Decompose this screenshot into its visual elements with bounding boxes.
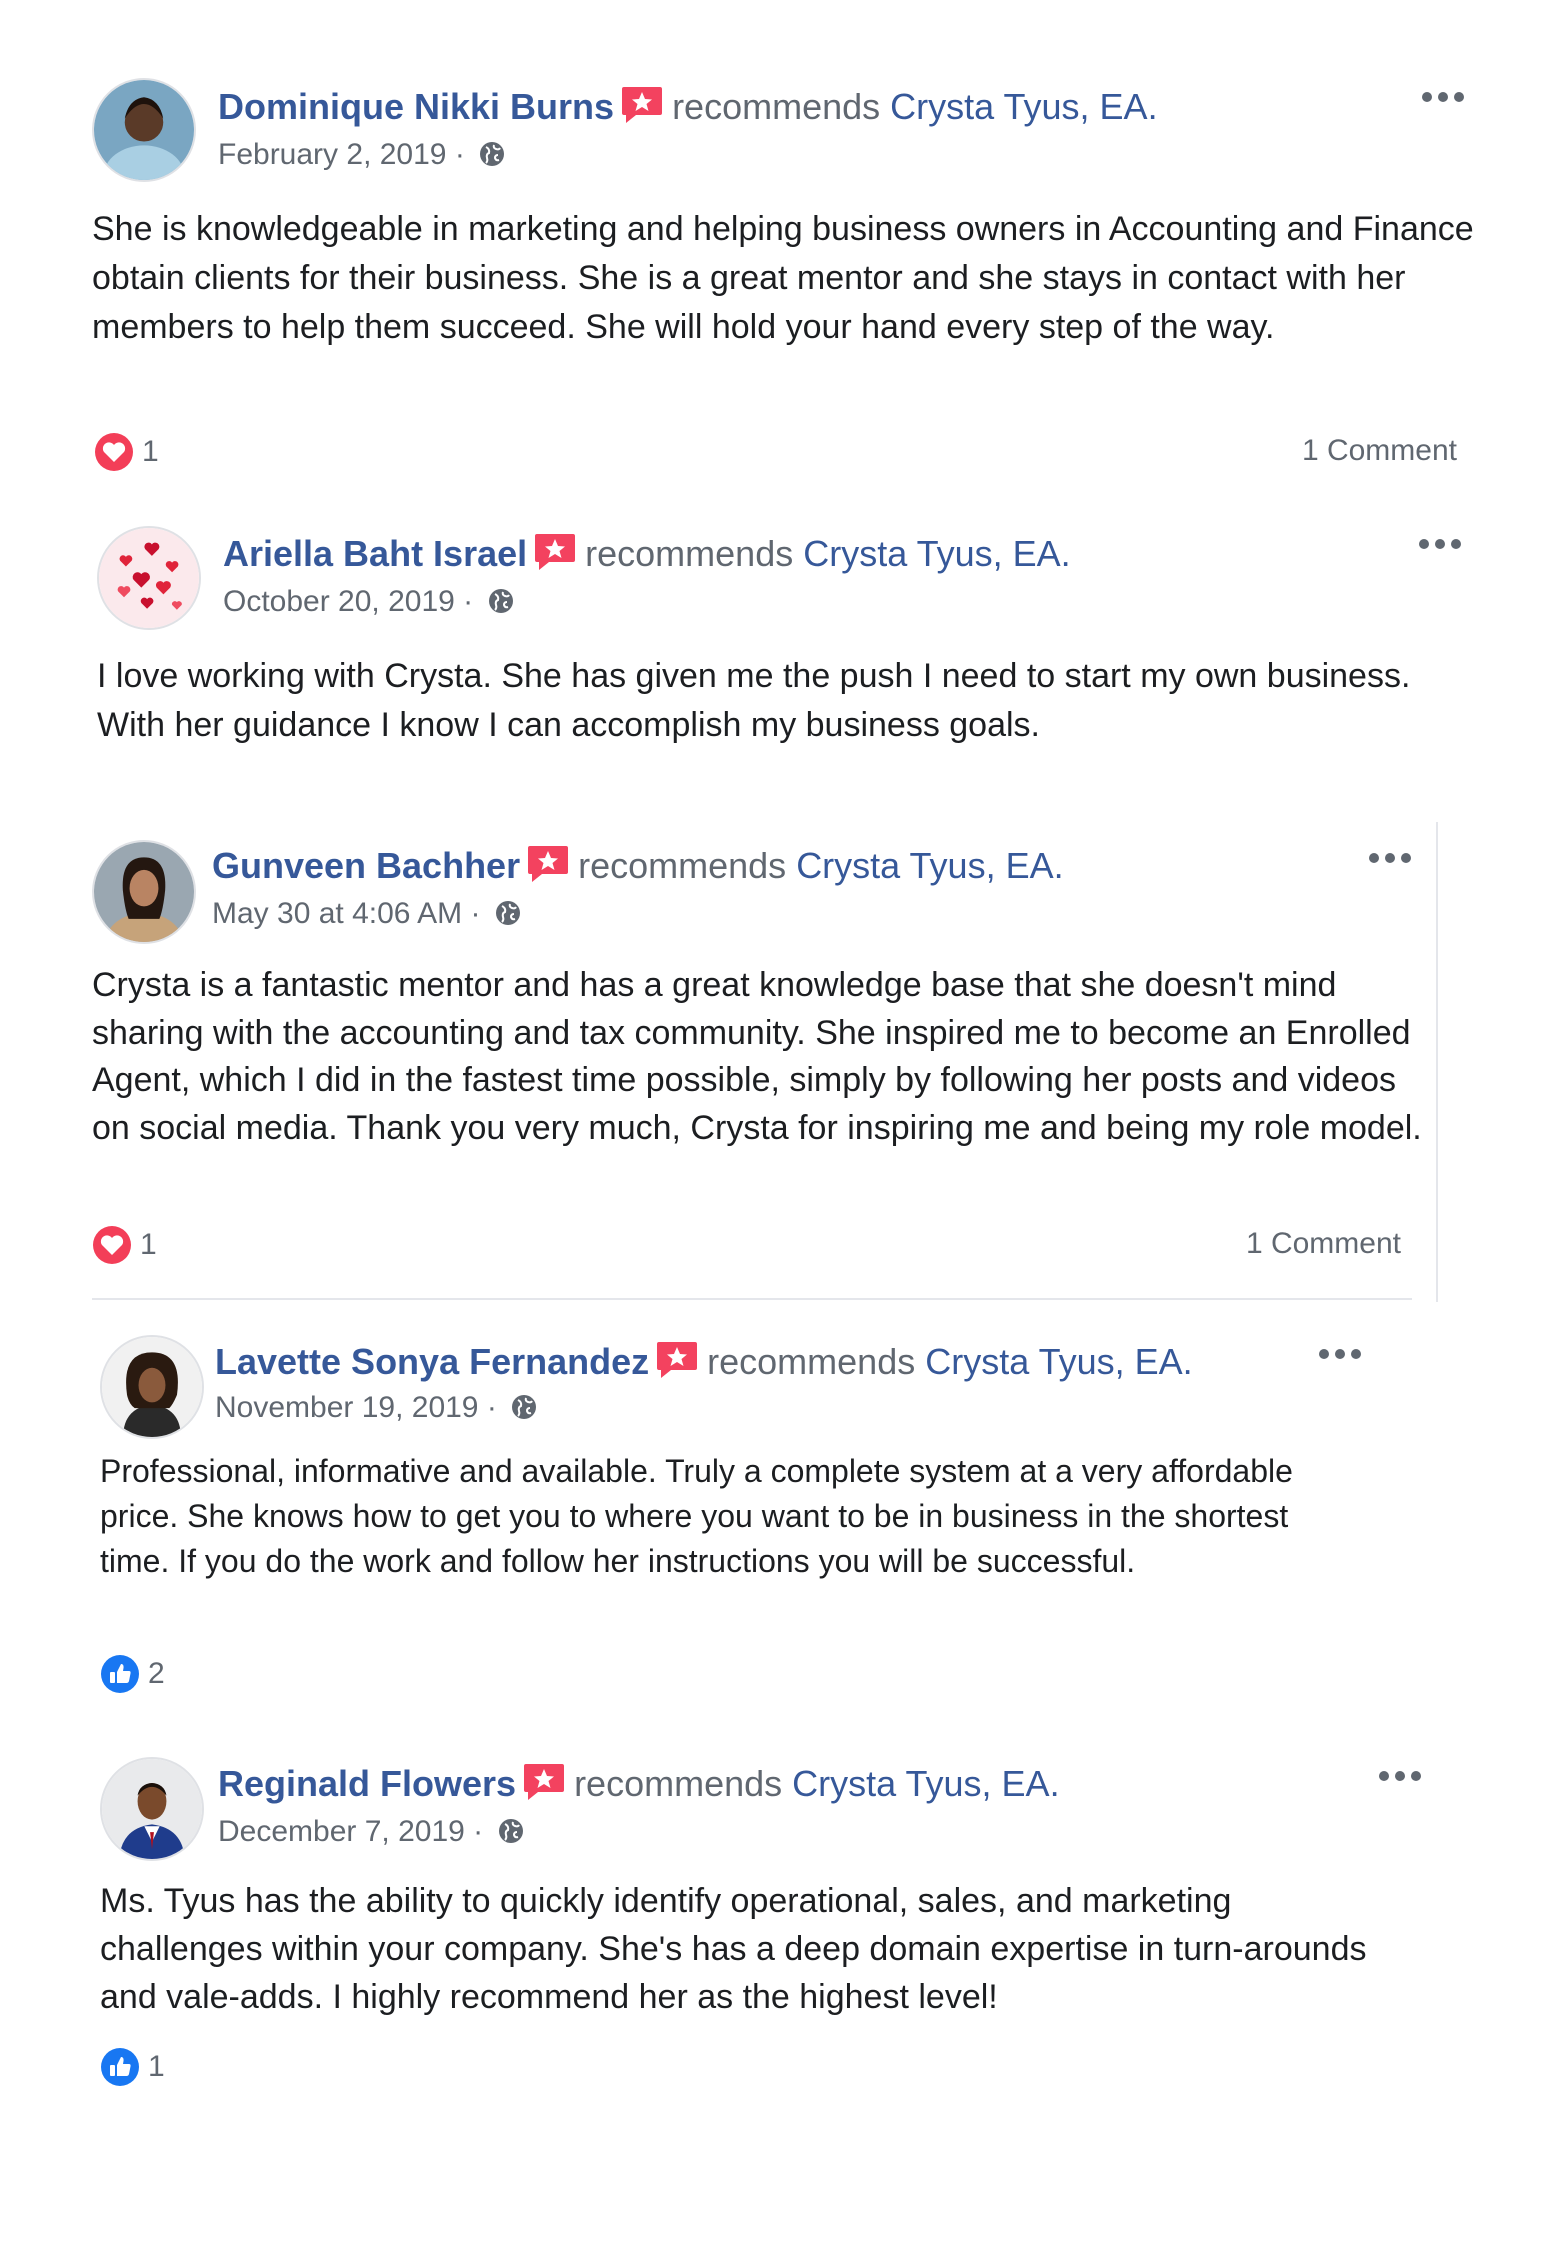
globe-icon bbox=[496, 1816, 526, 1846]
recommendation-post: Reginald Flowers recommends Crysta Tyus, … bbox=[0, 0, 1549, 2120]
recommends-label: recommends bbox=[574, 1763, 783, 1804]
separator: · bbox=[473, 1815, 484, 1848]
avatar[interactable] bbox=[100, 1757, 204, 1861]
author-name[interactable]: Reginald Flowers bbox=[218, 1763, 516, 1804]
more-options-button[interactable] bbox=[1379, 1768, 1427, 1788]
recommendation-text: Ms. Tyus has the ability to quickly iden… bbox=[100, 1882, 1367, 2016]
like-icon bbox=[100, 2047, 140, 2087]
reactions-summary[interactable]: 1 bbox=[100, 2047, 165, 2087]
post-date[interactable]: December 7, 2019 bbox=[218, 1815, 465, 1848]
reaction-count: 1 bbox=[148, 2050, 165, 2083]
page-link[interactable]: Crysta Tyus, EA. bbox=[792, 1763, 1059, 1804]
recommendation-badge-icon bbox=[522, 1762, 566, 1802]
